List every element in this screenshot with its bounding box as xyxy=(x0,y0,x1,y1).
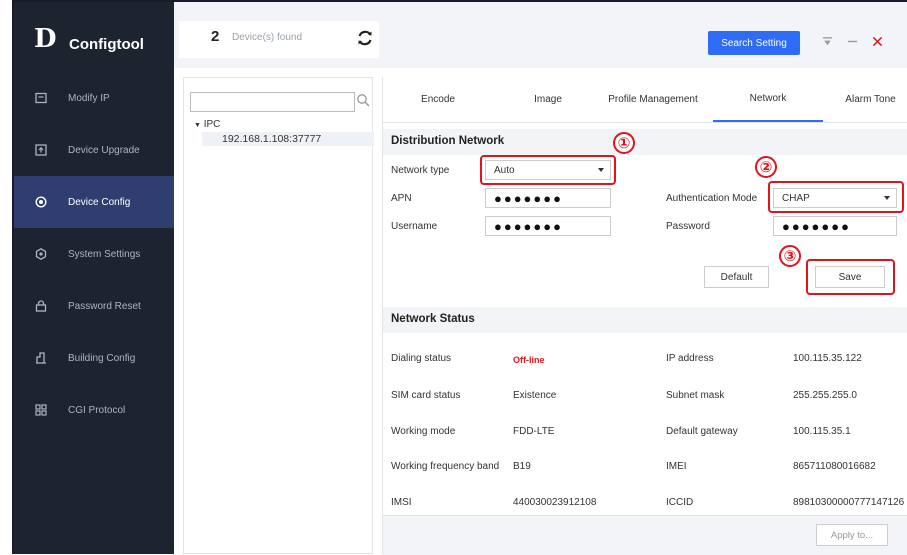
network-status-header: Network Status xyxy=(383,307,907,333)
sidebar-item-system-settings[interactable]: System Settings xyxy=(14,228,174,280)
app-name: Configtool xyxy=(69,36,144,53)
config-panel: Encode Image Profile Management Network … xyxy=(382,77,907,555)
default-gateway-value: 100.115.35.1 xyxy=(793,426,851,437)
tab-image[interactable]: Image xyxy=(503,77,593,122)
logo-mark: D xyxy=(34,24,56,54)
iccid-value: 89810300000777147126 xyxy=(793,497,905,508)
working-mode-value: FDD-LTE xyxy=(513,426,555,437)
search-icon[interactable] xyxy=(356,93,370,107)
apn-label: APN xyxy=(391,193,412,204)
ip-address-label: IP address xyxy=(666,353,714,364)
tab-alarm-tone[interactable]: Alarm Tone xyxy=(833,77,907,122)
monitor-icon xyxy=(34,91,48,105)
annotation-number-3: ③ xyxy=(779,245,801,267)
tab-bar: Encode Image Profile Management Network … xyxy=(383,77,907,123)
section-title: Network Status xyxy=(391,313,475,325)
password-value: ●●●●●●● xyxy=(782,218,851,234)
target-icon xyxy=(34,195,48,209)
ip-address-value: 100.115.35.122 xyxy=(793,353,862,364)
caret-down-icon: ▼ xyxy=(194,122,201,129)
sidebar-item-label: CGI Protocol xyxy=(68,404,126,416)
sim-card-status-label: SIM card status xyxy=(391,390,461,401)
working-mode-label: Working mode xyxy=(391,426,456,437)
sidebar-item-label: Device Upgrade xyxy=(68,144,140,156)
sidebar-item-label: Building Config xyxy=(68,352,136,364)
dialing-status-label: Dialing status xyxy=(391,353,452,364)
sim-card-status-value: Existence xyxy=(513,390,557,401)
dialing-status-value: Off-line xyxy=(513,355,545,365)
device-found-label: Device(s) found xyxy=(232,32,303,43)
annotation-number-2: ② xyxy=(755,156,777,178)
imei-label: IMEI xyxy=(666,461,687,472)
sidebar-item-label: Modify IP xyxy=(68,92,110,104)
sidebar-item-cgi-protocol[interactable]: CGI Protocol xyxy=(14,384,174,436)
sidebar-item-label: Device Config xyxy=(68,196,131,208)
sidebar-item-device-config[interactable]: Device Config xyxy=(14,176,174,228)
sidebar-item-device-upgrade[interactable]: Device Upgrade xyxy=(14,124,174,176)
password-label: Password xyxy=(666,221,710,232)
tab-network[interactable]: Network xyxy=(713,77,823,122)
tab-encode[interactable]: Encode xyxy=(393,77,483,122)
apn-field[interactable]: ●●●●●●● xyxy=(485,188,611,208)
apply-to-button[interactable]: Apply to... xyxy=(816,524,888,546)
filter-icon[interactable] xyxy=(820,32,834,50)
annotation-box-2 xyxy=(768,181,904,213)
username-label: Username xyxy=(391,221,438,232)
default-gateway-label: Default gateway xyxy=(666,426,738,437)
annotation-box-3 xyxy=(806,259,895,295)
device-count: 2 xyxy=(211,28,220,45)
annotation-box-1 xyxy=(480,155,616,185)
working-frequency-band-value: B19 xyxy=(513,461,531,472)
annotation-number-1: ① xyxy=(613,132,635,154)
tree-node-device[interactable]: 192.168.1.108:37777 xyxy=(202,132,374,146)
password-field[interactable]: ●●●●●●● xyxy=(773,216,897,236)
building-icon xyxy=(34,351,48,365)
sidebar-item-modify-ip[interactable]: Modify IP xyxy=(14,72,174,124)
subnet-mask-label: Subnet mask xyxy=(666,390,725,401)
tree-node-ipc[interactable]: ▼ IPC xyxy=(194,119,220,130)
default-button[interactable]: Default xyxy=(704,266,769,288)
distribution-network-header: Distribution Network xyxy=(383,129,907,155)
iccid-label: ICCID xyxy=(666,497,694,508)
section-title: Distribution Network xyxy=(391,135,505,147)
sidebar-item-label: Password Reset xyxy=(68,300,141,312)
sidebar-item-label: System Settings xyxy=(68,248,141,260)
footer-bar: Apply to... xyxy=(383,515,907,555)
grid-icon xyxy=(34,403,48,417)
settings-icon xyxy=(34,247,48,261)
username-value: ●●●●●●● xyxy=(494,218,563,234)
imsi-label: IMSI xyxy=(391,497,412,508)
apn-value: ●●●●●●● xyxy=(494,190,563,206)
device-search-input[interactable] xyxy=(190,92,355,112)
refresh-icon[interactable] xyxy=(355,28,375,48)
imsi-value: 440030023912108 xyxy=(513,497,597,508)
sidebar-item-password-reset[interactable]: Password Reset xyxy=(14,280,174,332)
sidebar-item-building-config[interactable]: Building Config xyxy=(14,332,174,384)
upload-icon xyxy=(34,143,48,157)
device-tree-panel: ▼ IPC 192.168.1.108:37777 xyxy=(183,77,374,554)
minimize-icon[interactable] xyxy=(845,32,859,50)
imei-value: 865711080016682 xyxy=(793,461,876,472)
username-field[interactable]: ●●●●●●● xyxy=(485,216,611,236)
authentication-mode-label: Authentication Mode xyxy=(666,193,758,204)
lock-icon xyxy=(34,299,48,313)
subnet-mask-value: 255.255.255.0 xyxy=(793,390,857,401)
close-icon[interactable] xyxy=(870,32,884,50)
network-type-label: Network type xyxy=(391,165,450,176)
search-setting-button[interactable]: Search Setting xyxy=(708,31,800,55)
tab-profile-management[interactable]: Profile Management xyxy=(598,77,708,122)
sidebar: D Configtool Modify IP Device Upgrade De… xyxy=(14,2,174,554)
working-frequency-band-label: Working frequency band xyxy=(391,461,500,472)
top-bar: 2 Device(s) found Search Setting xyxy=(174,2,907,68)
tree-node-label: IPC xyxy=(203,119,221,130)
